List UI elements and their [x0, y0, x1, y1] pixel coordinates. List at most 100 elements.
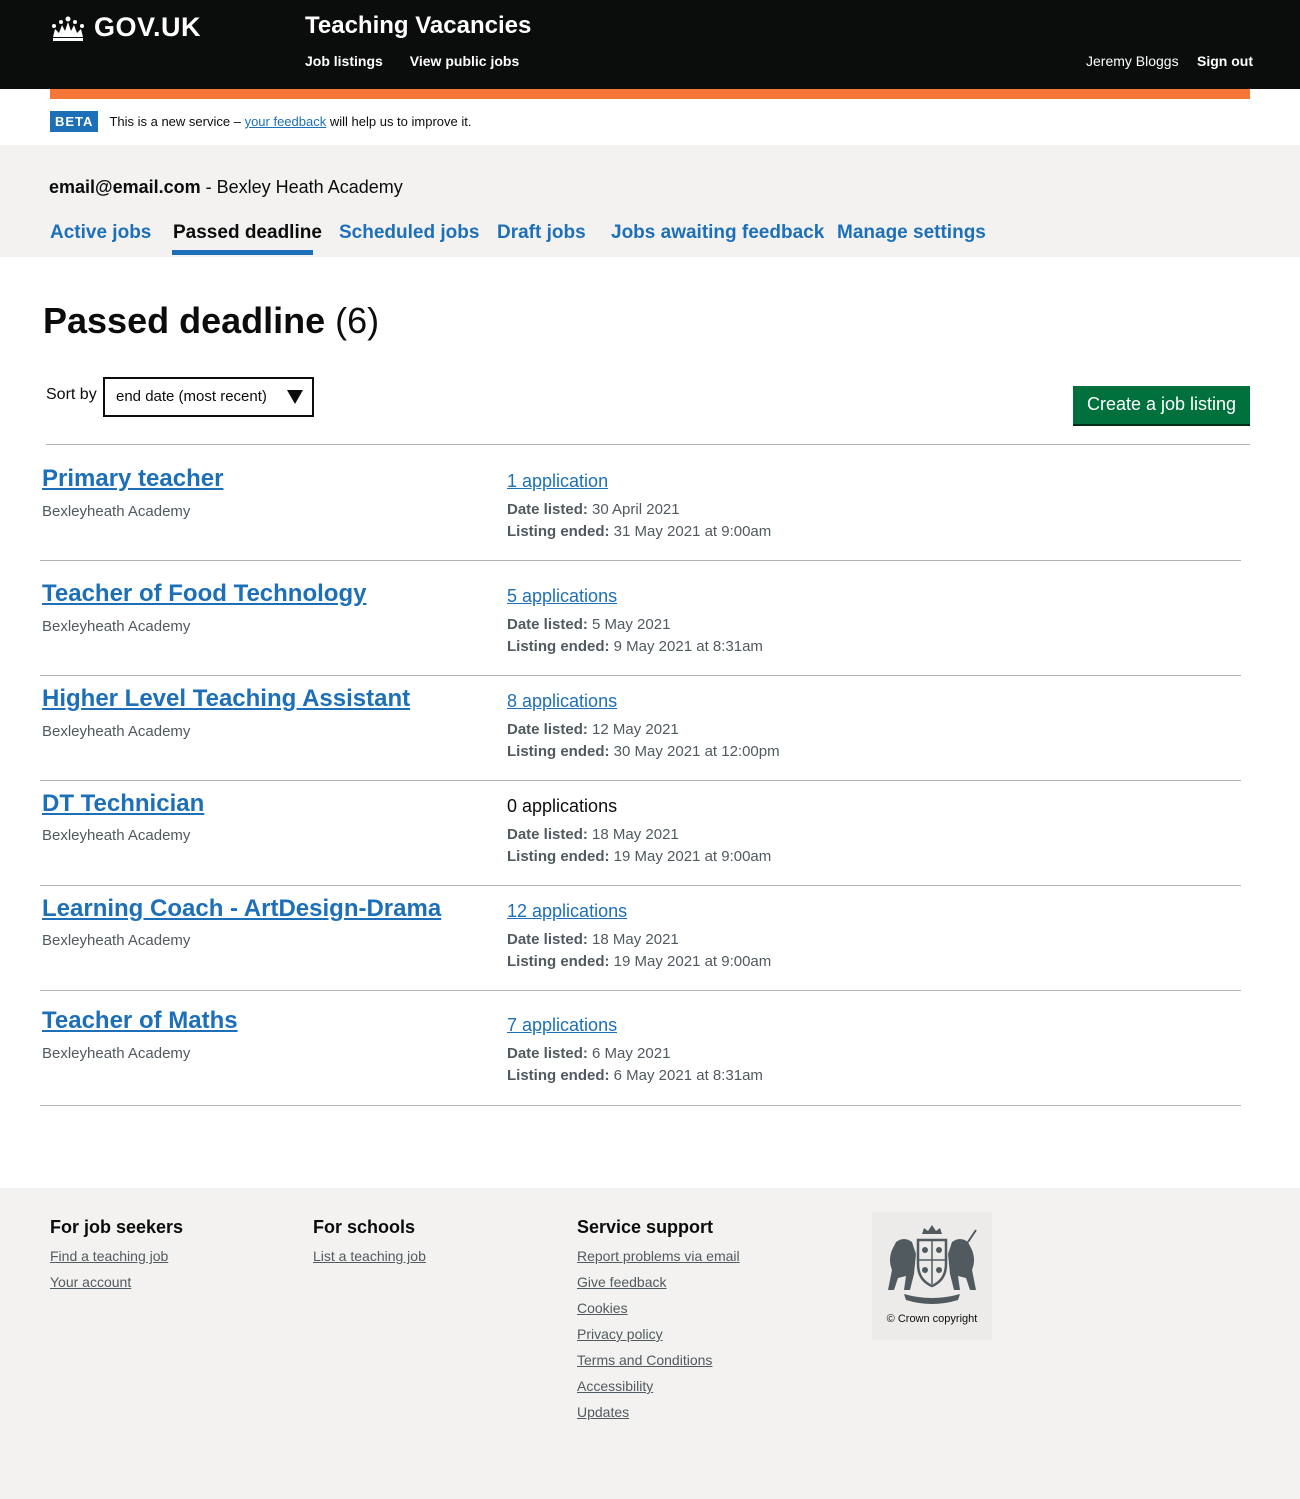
job-row: Higher Level Teaching Assistant Bexleyhe… [40, 676, 1241, 781]
nav-job-listings[interactable]: Job listings [305, 53, 383, 69]
job-applications-link[interactable]: 5 applications [507, 586, 617, 607]
user-name: Jeremy Bloggs [1086, 53, 1179, 69]
date-listed-value: 18 May 2021 [592, 931, 679, 948]
listing-ended-label: Listing ended: [507, 638, 610, 655]
account-info: email@email.com - Bexley Heath Academy [49, 177, 403, 198]
job-row: Teacher of Food Technology Bexleyheath A… [40, 561, 1241, 676]
primary-nav: Job listings View public jobs [305, 53, 519, 69]
job-row: Primary teacher Bexleyheath Academy 1 ap… [40, 446, 1241, 561]
job-school: Bexleyheath Academy [42, 503, 191, 520]
date-listed-label: Date listed: [507, 826, 588, 843]
footer-link-terms[interactable]: Terms and Conditions [577, 1352, 740, 1368]
create-job-listing-button[interactable]: Create a job listing [1073, 386, 1250, 424]
job-applications-link[interactable]: 12 applications [507, 901, 627, 922]
job-listing-ended: Listing ended: 31 May 2021 at 9:00am [507, 523, 771, 540]
listing-ended-value: 19 May 2021 at 9:00am [613, 848, 772, 865]
dashboard-band: email@email.com - Bexley Heath Academy A… [0, 145, 1300, 257]
listing-ended-value: 19 May 2021 at 9:00am [613, 953, 772, 970]
sort-select-value: end date (most recent) [116, 388, 267, 405]
footer-link-privacy[interactable]: Privacy policy [577, 1326, 740, 1342]
royal-coat-of-arms-icon [888, 1225, 977, 1304]
listing-ended-label: Listing ended: [507, 1067, 610, 1084]
job-title-link[interactable]: DT Technician [42, 790, 204, 818]
footer-col-schools: For schools List a teaching job [313, 1217, 426, 1274]
logo-text: GOV.UK [94, 12, 202, 42]
footer-link-find-job[interactable]: Find a teaching job [50, 1248, 183, 1264]
date-listed-value: 12 May 2021 [592, 721, 679, 738]
job-listing-ended: Listing ended: 19 May 2021 at 9:00am [507, 953, 771, 970]
page-title: Passed deadline (6) [43, 300, 379, 342]
beta-text-after: will help us to improve it. [329, 114, 472, 129]
account-email: email@email.com [49, 177, 201, 197]
listing-ended-label: Listing ended: [507, 848, 610, 865]
tab-draft-jobs[interactable]: Draft jobs [497, 222, 586, 244]
job-school: Bexleyheath Academy [42, 618, 191, 635]
tab-scheduled-jobs[interactable]: Scheduled jobs [339, 222, 479, 244]
tab-active-jobs[interactable]: Active jobs [50, 222, 151, 244]
sign-out-link[interactable]: Sign out [1197, 53, 1253, 69]
date-listed-value: 6 May 2021 [592, 1045, 671, 1062]
footer-link-cookies[interactable]: Cookies [577, 1300, 740, 1316]
listing-ended-label: Listing ended: [507, 953, 610, 970]
beta-text-before: This is a new service – [109, 114, 241, 129]
sort-label: Sort by [46, 386, 97, 403]
listing-ended-value: 6 May 2021 at 8:31am [613, 1067, 763, 1084]
crown-copyright-link[interactable]: © Crown copyright [872, 1212, 992, 1340]
dropdown-arrow-icon [287, 390, 303, 404]
footer-heading: For schools [313, 1217, 416, 1237]
listing-ended-value: 31 May 2021 at 9:00am [613, 523, 772, 540]
job-date-listed: Date listed: 30 April 2021 [507, 501, 680, 518]
footer-col-service-support: Service support Report problems via emai… [577, 1217, 740, 1430]
crown-copyright-text: © Crown copyright [886, 1313, 978, 1325]
date-listed-value: 30 April 2021 [592, 501, 680, 518]
nav-view-public-jobs[interactable]: View public jobs [410, 53, 519, 69]
feedback-link[interactable]: your feedback [245, 114, 327, 129]
date-listed-label: Date listed: [507, 931, 588, 948]
tab-manage-settings[interactable]: Manage settings [837, 222, 986, 244]
job-applications-link[interactable]: 1 application [507, 471, 608, 492]
footer-link-accessibility[interactable]: Accessibility [577, 1378, 740, 1394]
job-applications-link[interactable]: 8 applications [507, 691, 617, 712]
footer-link-your-account[interactable]: Your account [50, 1274, 183, 1290]
footer-link-give-feedback[interactable]: Give feedback [577, 1274, 740, 1290]
service-name-link[interactable]: Teaching Vacancies [305, 12, 531, 40]
tab-passed-deadline[interactable]: Passed deadline [173, 222, 322, 244]
job-date-listed: Date listed: 5 May 2021 [507, 616, 670, 633]
footer-col-job-seekers: For job seekers Find a teaching job Your… [50, 1217, 183, 1300]
job-listing-ended: Listing ended: 6 May 2021 at 8:31am [507, 1067, 763, 1084]
date-listed-label: Date listed: [507, 501, 588, 518]
job-date-listed: Date listed: 18 May 2021 [507, 931, 679, 948]
page-title-text: Passed deadline [43, 300, 326, 341]
beta-tag: BETA [50, 111, 99, 132]
date-listed-value: 18 May 2021 [592, 826, 679, 843]
sort-select[interactable]: end date (most recent) [103, 377, 314, 417]
listing-ended-value: 9 May 2021 at 8:31am [613, 638, 763, 655]
job-applications-count: 0 applications [507, 796, 618, 816]
footer-link-report-problems[interactable]: Report problems via email [577, 1248, 740, 1264]
job-title-link[interactable]: Higher Level Teaching Assistant [42, 685, 410, 713]
footer-heading: Service support [577, 1217, 714, 1237]
date-listed-label: Date listed: [507, 616, 588, 633]
tab-jobs-awaiting-feedback[interactable]: Jobs awaiting feedback [611, 222, 824, 244]
active-tab-indicator [172, 250, 313, 255]
date-listed-label: Date listed: [507, 721, 588, 738]
job-title-link[interactable]: Primary teacher [42, 465, 223, 493]
job-title-link[interactable]: Teacher of Food Technology [42, 580, 366, 608]
job-date-listed: Date listed: 12 May 2021 [507, 721, 679, 738]
job-date-listed: Date listed: 18 May 2021 [507, 826, 679, 843]
govuk-logo-link[interactable]: GOV.UK [50, 12, 201, 43]
phase-banner: BETA This is a new service – your feedba… [50, 111, 471, 132]
date-listed-label: Date listed: [507, 1045, 588, 1062]
job-school: Bexleyheath Academy [42, 723, 191, 740]
job-title-link[interactable]: Learning Coach - ArtDesign-Drama [42, 895, 441, 923]
job-date-listed: Date listed: 6 May 2021 [507, 1045, 670, 1062]
page-title-count: (6) [335, 300, 380, 341]
job-title-link[interactable]: Teacher of Maths [42, 1007, 238, 1035]
footer-link-list-job[interactable]: List a teaching job [313, 1248, 426, 1264]
job-applications-link[interactable]: 7 applications [507, 1015, 617, 1036]
list-divider [46, 444, 1250, 445]
job-listing-ended: Listing ended: 9 May 2021 at 8:31am [507, 638, 763, 655]
footer-link-updates[interactable]: Updates [577, 1404, 740, 1420]
listing-ended-label: Listing ended: [507, 523, 610, 540]
date-listed-value: 5 May 2021 [592, 616, 671, 633]
